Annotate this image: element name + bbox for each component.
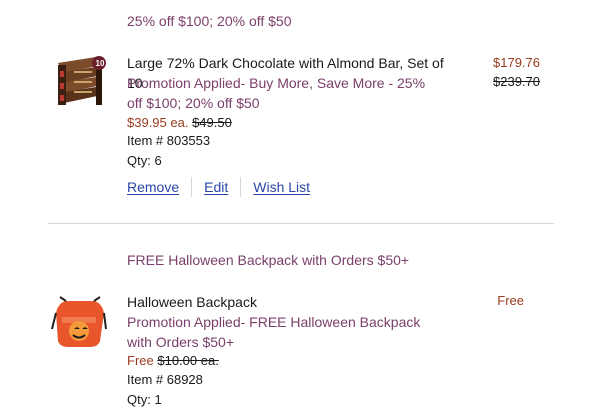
section-divider xyxy=(48,223,554,224)
item2-line-total: Free xyxy=(497,293,524,308)
item2-line-total-block: Free xyxy=(480,292,524,310)
item1-line-total: $179.76 xyxy=(493,55,540,70)
item1-item-number: Item # 803553 xyxy=(127,133,211,148)
item1-unit-price: $39.95 ea. xyxy=(127,115,189,130)
item1-original-line-total: $239.70 xyxy=(493,74,540,89)
item1-line-total-block: $179.76 $239.70 xyxy=(480,54,540,92)
wishlist-link[interactable]: Wish List xyxy=(241,177,322,197)
item2-unit-price: Free xyxy=(127,353,154,368)
item2-original-unit-price: $10.00 ea. xyxy=(157,353,219,368)
item1-thumbnail-badge: 10 xyxy=(95,59,105,68)
item1-unit-price-row: $39.95 ea. $49.50 xyxy=(127,114,232,132)
item2-promo-applied: Promotion Applied- FREE Halloween Backpa… xyxy=(127,314,421,350)
promo-header-halloween: FREE Halloween Backpack with Orders $50+ xyxy=(127,252,410,268)
item2-qty: Qty: 1 xyxy=(127,392,162,407)
edit-link[interactable]: Edit xyxy=(192,177,240,197)
item1-qty: Qty: 6 xyxy=(127,153,162,168)
item2-title[interactable]: Halloween Backpack xyxy=(127,292,457,312)
item2-item-number: Item # 68928 xyxy=(127,372,203,387)
item1-actions: Remove Edit Wish List xyxy=(127,177,322,197)
halloween-backpack-icon xyxy=(50,295,108,349)
item1-original-unit-price: $49.50 xyxy=(192,115,232,130)
item2-thumbnail[interactable] xyxy=(50,295,108,349)
remove-link[interactable]: Remove xyxy=(127,177,191,197)
item1-promo-applied: Promotion Applied- Buy More, Save More -… xyxy=(127,75,426,111)
promo-header-top: 25% off $100; 20% off $50 xyxy=(127,13,292,29)
item2-unit-price-row: Free $10.00 ea. xyxy=(127,352,219,370)
